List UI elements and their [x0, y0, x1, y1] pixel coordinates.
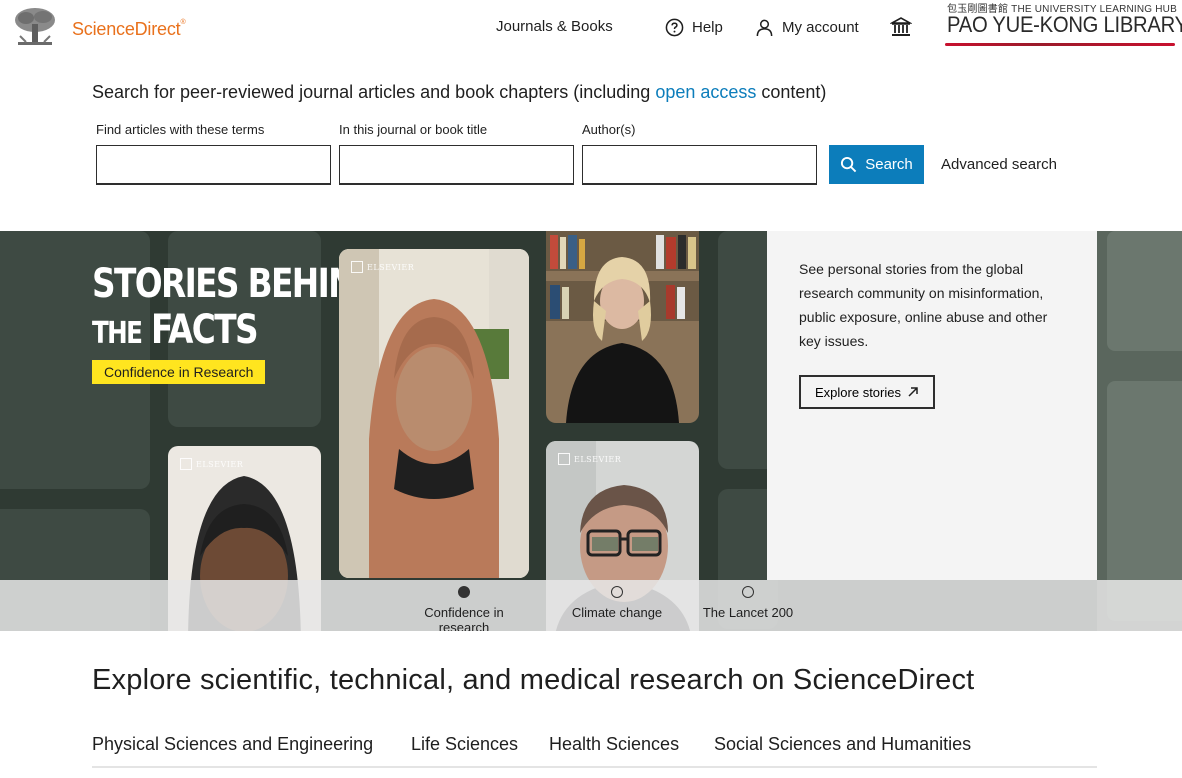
carousel-label: The Lancet 200: [702, 605, 794, 620]
nav-journals-books[interactable]: Journals & Books: [496, 18, 613, 35]
carousel-item-lancet[interactable]: The Lancet 200: [700, 584, 796, 626]
explore-heading: Explore scientific, technical, and medic…: [92, 664, 975, 696]
explore-stories-button[interactable]: Explore stories: [799, 375, 935, 409]
library-name: PAO YUE-KONG LIBRARY: [947, 12, 1182, 37]
person-portrait-image: [546, 231, 699, 423]
search-button-label: Search: [865, 156, 913, 173]
person-portrait-image: [339, 249, 529, 578]
nav-help[interactable]: Help: [665, 18, 723, 37]
advanced-search-link[interactable]: Advanced search: [941, 156, 1057, 173]
institution-button[interactable]: [890, 16, 912, 38]
terms-label: Find articles with these terms: [96, 122, 265, 137]
elsevier-label: ELSEVIER: [367, 262, 415, 272]
tab-health-sciences[interactable]: Health Sciences: [549, 734, 679, 755]
stories-title-line2: FACTS: [151, 307, 259, 353]
search-heading: Search for peer-reviewed journal article…: [92, 82, 826, 103]
stories-title-the: THE: [92, 316, 143, 351]
library-logo[interactable]: 包玉剛圖書館 THE UNIVERSITY LEARNING HUB PAO Y…: [945, 0, 1182, 50]
confidence-tag: Confidence in Research: [92, 360, 266, 384]
nav-account-label: My account: [782, 19, 859, 36]
help-icon: [665, 18, 684, 37]
tab-social-sciences[interactable]: Social Sciences and Humanities: [714, 734, 971, 755]
search-icon: [841, 156, 857, 173]
subject-tabs: Physical Sciences and Engineering Life S…: [92, 734, 1097, 768]
search-heading-suffix: content): [756, 82, 827, 102]
authors-input[interactable]: [582, 145, 817, 185]
library-underline: [945, 43, 1175, 46]
decorative-tile: [1107, 231, 1182, 351]
institution-icon: [890, 17, 912, 36]
carousel-item-confidence[interactable]: Confidence in research: [396, 584, 532, 631]
stories-panel: See personal stories from the global res…: [767, 231, 1097, 580]
hero-banner: STORIES BEHIND THE FACTS Confidence in R…: [0, 231, 1182, 631]
decorative-strip: [1097, 231, 1182, 631]
nav-help-label: Help: [692, 19, 723, 36]
elsevier-watermark: ELSEVIER: [180, 458, 243, 470]
user-icon: [756, 19, 773, 37]
elsevier-watermark: ELSEVIER: [558, 453, 621, 465]
open-access-link[interactable]: open access: [655, 82, 756, 102]
external-arrow-icon: [908, 387, 918, 397]
elsevier-label: ELSEVIER: [574, 454, 622, 464]
carousel-label: Confidence in research: [396, 605, 532, 631]
carousel-dot: [742, 586, 754, 598]
video-tile-bookshelf[interactable]: [546, 231, 699, 423]
stories-description: See personal stories from the global res…: [799, 261, 1048, 349]
nav-my-account[interactable]: My account: [755, 18, 859, 37]
terms-input[interactable]: [96, 145, 331, 185]
carousel-dot: [611, 586, 623, 598]
carousel-dot-active: [458, 586, 470, 598]
elsevier-tree-logo-icon[interactable]: [12, 6, 58, 48]
carousel-item-climate[interactable]: Climate change: [566, 584, 668, 626]
stories-title-line1: STORIES BEHIND: [92, 261, 381, 307]
carousel-label: Climate change: [571, 605, 663, 620]
elsevier-watermark: ELSEVIER: [351, 261, 414, 273]
brand-name: ScienceDirect: [72, 19, 181, 39]
registered-mark: ®: [180, 19, 186, 26]
nav-journals-label: Journals & Books: [496, 18, 613, 35]
explore-stories-label: Explore stories: [815, 384, 901, 400]
site-header: ScienceDirect® Journals & Books Help My …: [0, 0, 1182, 56]
sciencedirect-logo[interactable]: ScienceDirect®: [72, 19, 186, 40]
authors-label: Author(s): [582, 122, 636, 137]
tab-physical-sciences[interactable]: Physical Sciences and Engineering: [92, 734, 373, 755]
tab-life-sciences[interactable]: Life Sciences: [411, 734, 518, 755]
search-heading-prefix: Search for peer-reviewed journal article…: [92, 82, 656, 102]
journal-title-input[interactable]: [339, 145, 574, 185]
journal-title-label: In this journal or book title: [339, 122, 488, 137]
carousel-nav: Confidence in research Climate change Th…: [0, 580, 1182, 631]
elsevier-label: ELSEVIER: [196, 459, 244, 469]
video-tile-hijab[interactable]: ELSEVIER: [339, 249, 529, 578]
stories-title: STORIES BEHIND THE FACTS: [92, 261, 381, 357]
search-button[interactable]: Search: [829, 145, 924, 184]
